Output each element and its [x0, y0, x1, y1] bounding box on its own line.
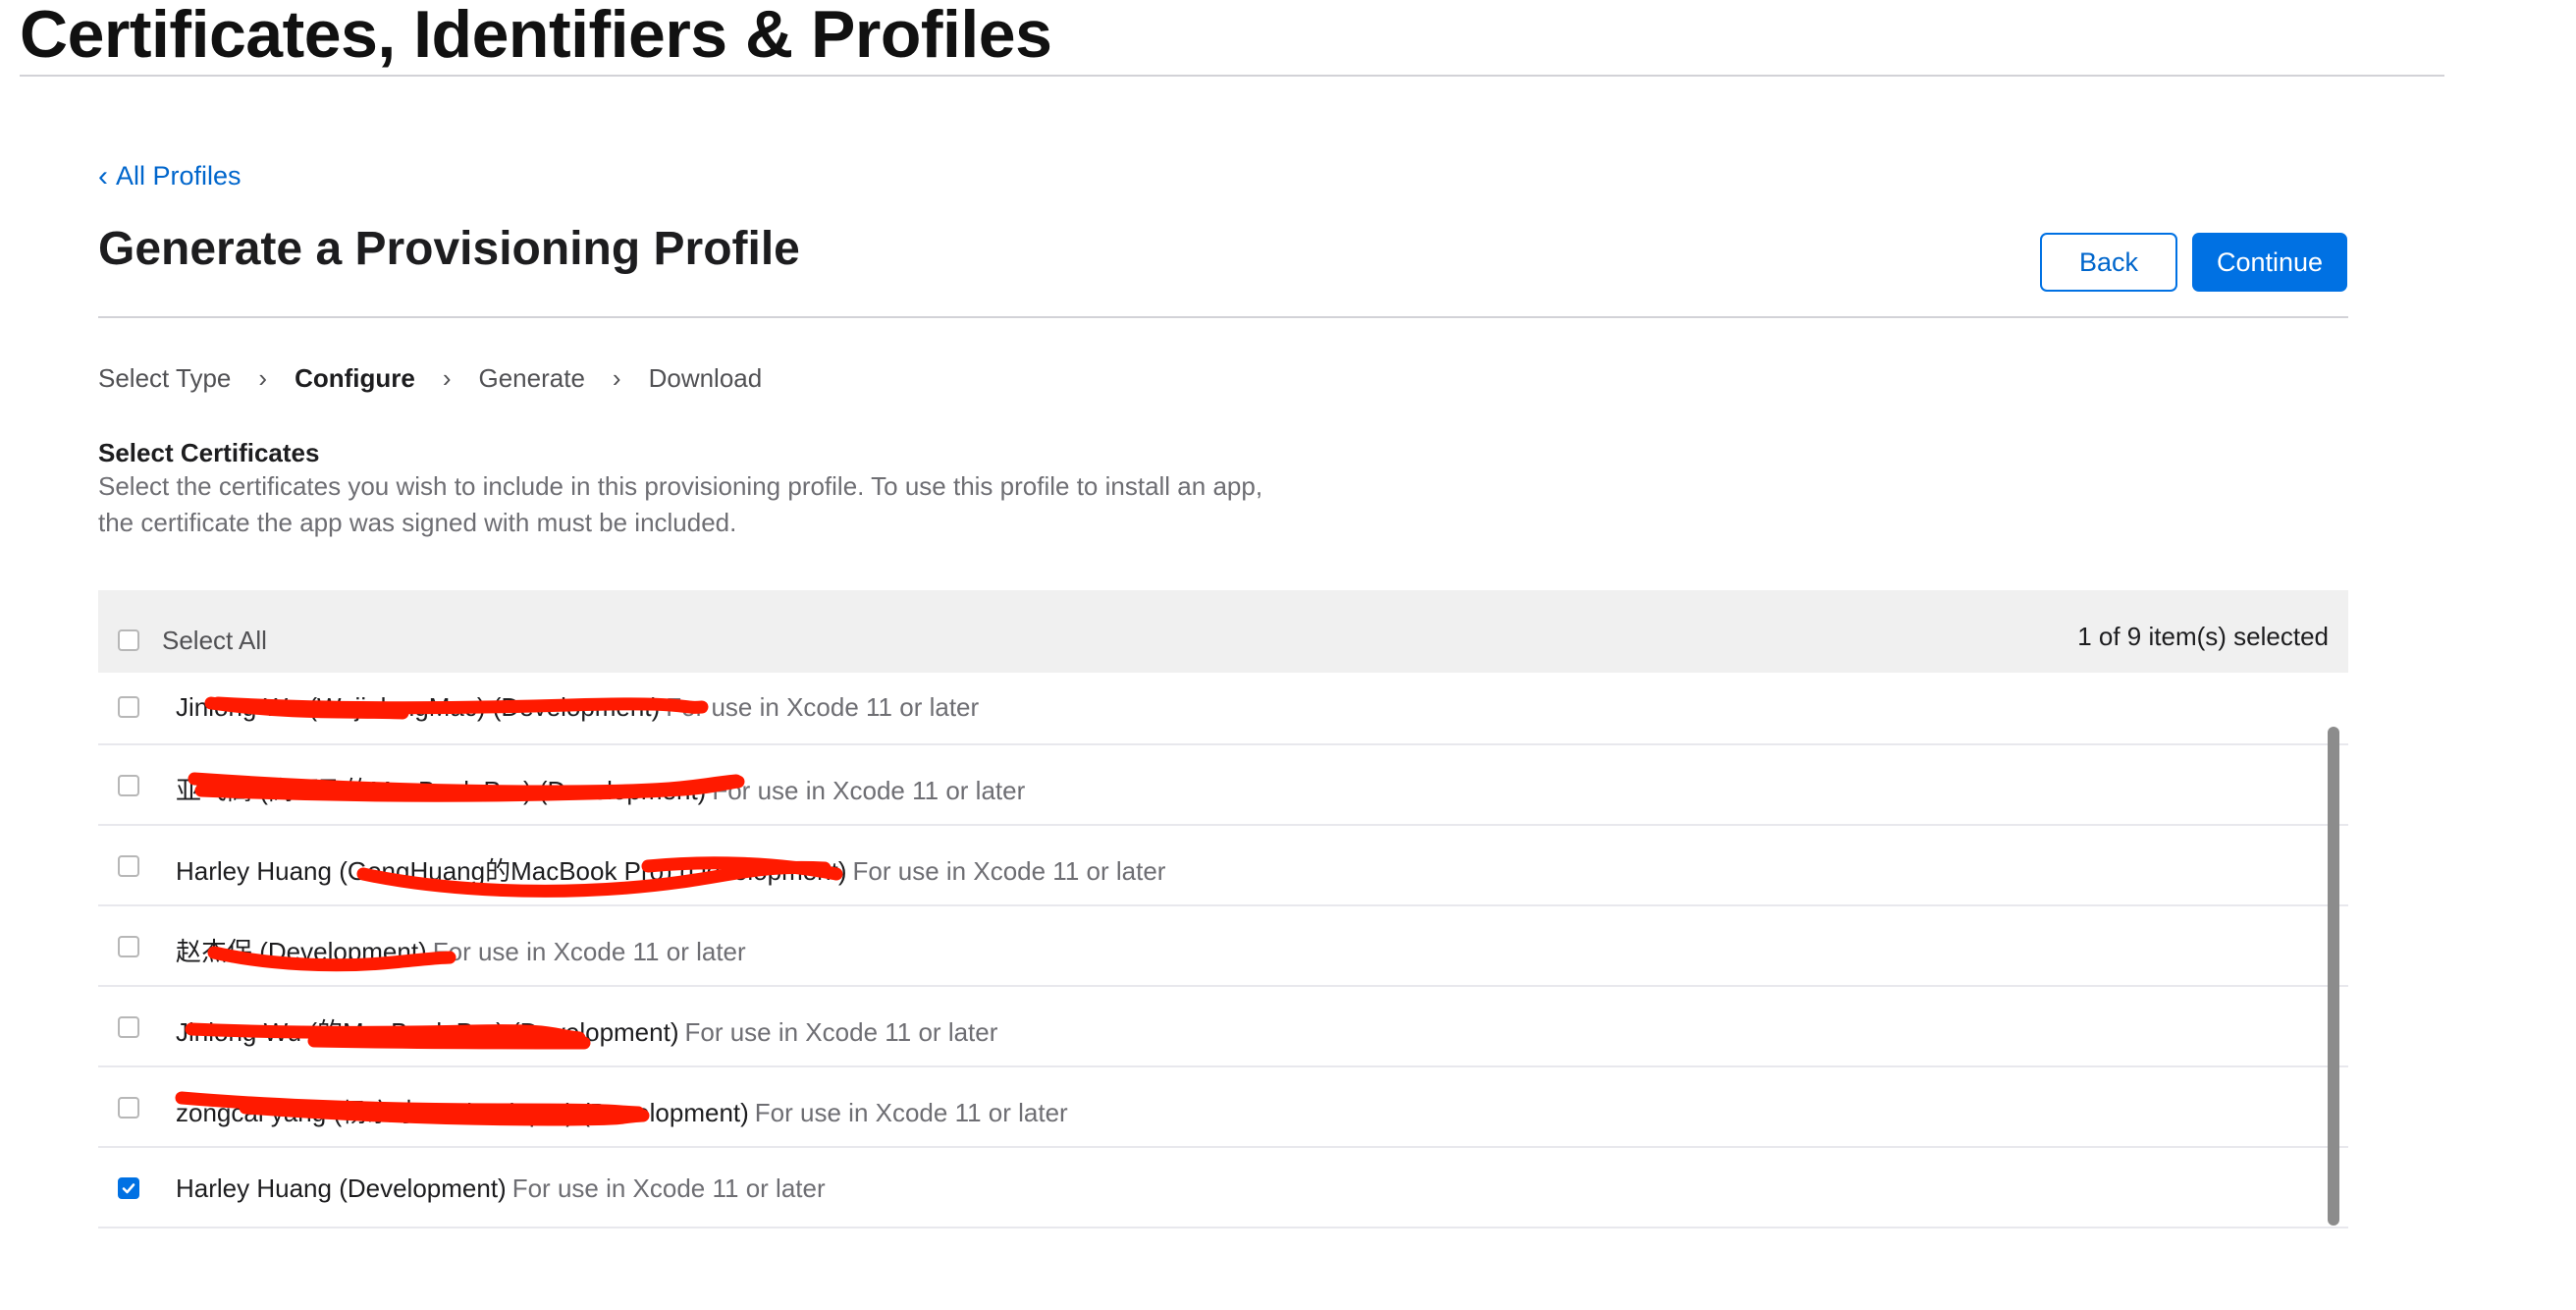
certificate-checkbox[interactable]: [118, 696, 139, 718]
step-indicator: Select Type › Configure › Generate › Dow…: [98, 363, 789, 394]
certificate-row[interactable]: Jinlong Wu (的MacBook Pro) (Development) F…: [98, 987, 2348, 1067]
certificate-note: For use in Xcode 11 or later: [712, 776, 1026, 805]
all-profiles-link[interactable]: ‹ All Profiles: [98, 161, 242, 191]
certificate-name: Jinlong Wu (的MacBook Pro) (Development): [176, 1017, 679, 1047]
all-profiles-label: All Profiles: [116, 161, 242, 191]
certificate-note: For use in Xcode 11 or later: [684, 1017, 998, 1047]
certificate-note: For use in Xcode 11 or later: [432, 937, 746, 966]
certificate-row[interactable]: Harley Huang (Development) For use in Xco…: [98, 1148, 2348, 1228]
certificate-note: For use in Xcode 11 or later: [852, 856, 1166, 886]
selected-count: 1 of 9 item(s) selected: [2077, 622, 2329, 651]
checkmark-icon: [122, 1183, 135, 1194]
site-title: Certificates, Identifiers & Profiles: [20, 0, 1052, 72]
select-all-label[interactable]: Select All: [162, 626, 267, 656]
certificate-note: For use in Xcode 11 or later: [511, 1174, 826, 1203]
certificate-checkbox[interactable]: [118, 855, 139, 877]
certificate-name: zongcai yang (杨宗才Macbook pro) (Developme…: [176, 1098, 749, 1127]
select-certificates-description: Select the certificates you wish to incl…: [98, 468, 1374, 541]
description-line: Select the certificates you wish to incl…: [98, 471, 1263, 501]
certificate-name: 赵杰保 (Development): [176, 937, 427, 966]
page-title: Generate a Provisioning Profile: [98, 223, 800, 275]
select-all-checkbox[interactable]: [118, 629, 139, 651]
certificate-checkbox[interactable]: [118, 1097, 139, 1119]
certificate-row[interactable]: 赵杰保 (Development) For use in Xcode 11 or …: [98, 906, 2348, 987]
certificate-name: Harley Huang (GongHuang的MacBook Pro) (De…: [176, 856, 847, 886]
certificate-checkbox[interactable]: [118, 775, 139, 796]
step-generate: Generate: [478, 363, 585, 393]
certificates-table-header: Select All 1 of 9 item(s) selected: [98, 590, 2348, 673]
certificate-name: 亚飞高 (高亚飞的MacBook Pro) (Development): [176, 776, 707, 805]
certificate-checkbox-checked[interactable]: [118, 1177, 139, 1199]
description-line: the certificate the app was signed with …: [98, 508, 737, 537]
certificate-checkbox[interactable]: [118, 1016, 139, 1038]
certificate-row[interactable]: zongcai yang (杨宗才Macbook pro) (Developme…: [98, 1067, 2348, 1148]
certificate-row[interactable]: 亚飞高 (高亚飞的MacBook Pro) (Development) For u…: [98, 745, 2348, 826]
certificate-row[interactable]: Harley Huang (GongHuang的MacBook Pro) (De…: [98, 826, 2348, 906]
chevron-right-icon: ›: [612, 363, 621, 393]
select-certificates-heading: Select Certificates: [98, 438, 320, 467]
chevron-right-icon: ›: [442, 363, 452, 393]
step-select-type: Select Type: [98, 363, 232, 393]
step-configure: Configure: [295, 363, 415, 393]
certificates-list[interactable]: Jinlong Wu (WujinlongMac) (Development) F…: [98, 673, 2348, 1230]
certificate-name: Jinlong Wu (WujinlongMac) (Development): [176, 692, 661, 722]
certificate-checkbox[interactable]: [118, 936, 139, 957]
certificate-name: Harley Huang (Development): [176, 1174, 507, 1203]
certificate-note: For use in Xcode 11 or later: [754, 1098, 1068, 1127]
continue-button[interactable]: Continue: [2192, 233, 2347, 292]
certificate-note: For use in Xcode 11 or later: [666, 692, 980, 722]
certificate-row[interactable]: Jinlong Wu (WujinlongMac) (Development) F…: [98, 673, 2348, 745]
chevron-left-icon: ‹: [98, 159, 108, 192]
back-button[interactable]: Back: [2040, 233, 2177, 292]
list-scrollbar[interactable]: [2328, 727, 2339, 1226]
header-divider: [98, 316, 2348, 318]
step-download: Download: [648, 363, 763, 393]
chevron-right-icon: ›: [258, 363, 268, 393]
page-header: Certificates, Identifiers & Profiles: [20, 0, 2444, 77]
